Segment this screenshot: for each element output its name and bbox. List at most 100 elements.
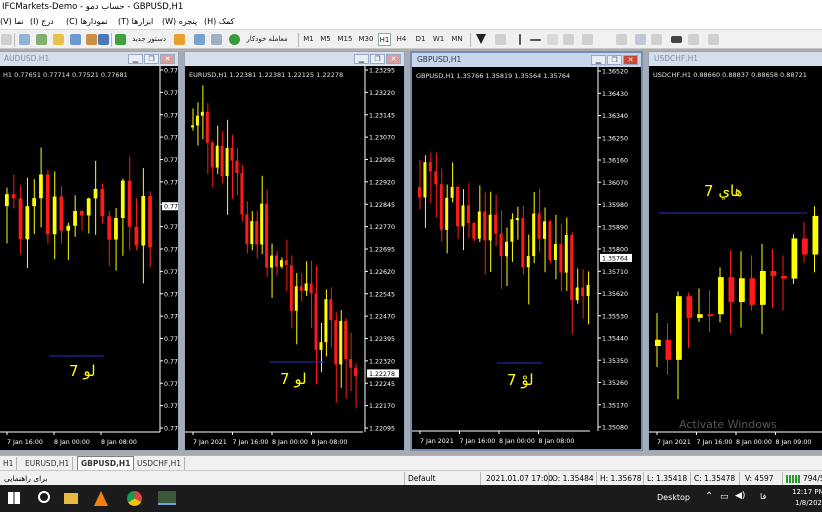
ellipse-icon[interactable]: [688, 34, 699, 45]
tab-audusd[interactable]: H1: [0, 457, 18, 470]
maximize-icon[interactable]: ❐: [144, 54, 159, 64]
timeframe-h4[interactable]: H4: [395, 33, 408, 46]
metatrader-icon[interactable]: [158, 491, 176, 505]
candle-body: [32, 198, 37, 207]
price-label: 1.22920: [369, 179, 395, 186]
chart-window-audusd[interactable]: AUDUSD,H1 ▁❐✕ 7 لو0.779550.779100.778650…: [0, 51, 179, 451]
minimize-icon[interactable]: ▁: [591, 55, 606, 65]
taskbar-clock[interactable]: 12:17 PM: [792, 488, 822, 496]
start-icon[interactable]: [8, 492, 20, 504]
tab-eurusd[interactable]: EURUSD,H1: [22, 457, 74, 470]
timeframe-mn[interactable]: MN: [450, 33, 464, 46]
vlc-icon[interactable]: [94, 491, 108, 506]
status-time: 2021.01.07 17:00: [486, 474, 553, 483]
fibonacci-icon[interactable]: [582, 34, 593, 45]
menu-view[interactable]: (V) نما: [0, 14, 24, 29]
close-icon[interactable]: ✕: [160, 54, 175, 64]
timeframe-d1[interactable]: D1: [414, 33, 427, 46]
chevron-up-icon[interactable]: ⌃: [705, 491, 713, 502]
maximize-icon[interactable]: ❐: [607, 55, 622, 65]
new-order-icon[interactable]: [115, 34, 126, 45]
menu-charts[interactable]: (C) نمودارها: [66, 14, 108, 29]
rectangle-icon[interactable]: [671, 36, 682, 43]
candlestick-chart[interactable]: 7 لو 0.77955 0.77910 0.77865 0.77820 0.77775 0…: [0, 66, 178, 452]
chrome-icon[interactable]: [127, 491, 142, 506]
chart-window-usdchf[interactable]: USDCHF,H1 هاي 77 Jan 2021 7 Jan 16:00 8 Ja…: [648, 51, 822, 451]
level-label: 7 لو: [280, 370, 307, 388]
chart-canvas[interactable]: هاي 7 7 Jan 2021 7 Jan 16:00 8 Jan 00:00 8 J…: [649, 66, 822, 450]
close-icon[interactable]: ✕: [386, 54, 401, 64]
menu-insert[interactable]: (I) درج: [30, 14, 54, 29]
candle-body: [586, 284, 590, 296]
level-label: هاي 7: [704, 182, 743, 201]
volume-icon[interactable]: ◀): [735, 491, 745, 501]
candlestick-chart[interactable]: هاي 7 7 Jan 2021 7 Jan 16:00 8 Jan 00:00 8 J…: [649, 66, 822, 452]
close-icon[interactable]: ✕: [623, 55, 638, 65]
candle-body: [245, 214, 249, 245]
minimize-icon[interactable]: ▁: [128, 54, 143, 64]
candlestick-chart[interactable]: 7 لو 1.23295 1.23220 1.23145 1.23070 1.22995 1…: [185, 66, 404, 452]
candle-body: [434, 171, 438, 185]
market-watch-icon[interactable]: [70, 34, 81, 45]
new-order-button[interactable]: دستور جدید: [127, 33, 171, 46]
text-icon[interactable]: [616, 34, 627, 45]
timeframe-h1[interactable]: H1: [378, 33, 391, 46]
auto-trading-button[interactable]: معامله خودکار: [241, 33, 293, 46]
zoom-in-icon[interactable]: [19, 34, 30, 45]
tab-usdchf[interactable]: USDCHF,H1: [134, 457, 186, 470]
strategy-tester-icon[interactable]: [194, 34, 205, 45]
tab-gbpusd[interactable]: GBPUSD,H1: [77, 456, 135, 471]
candle-body: [314, 293, 318, 350]
vertical-line-icon[interactable]: [519, 34, 521, 45]
menu-window[interactable]: (W) پنجره: [162, 14, 197, 29]
candle-body: [275, 255, 278, 267]
candle-body: [39, 174, 43, 199]
minimize-icon[interactable]: ▁: [354, 54, 369, 64]
terminal-icon[interactable]: [98, 34, 109, 45]
candle-body: [665, 339, 672, 360]
file-explorer-icon[interactable]: [64, 493, 78, 504]
candlestick-chart[interactable]: 7 لوْ 1.36520 1.36430 1.36340 1.36250 1.36160…: [412, 67, 641, 451]
candle-body: [494, 214, 498, 234]
shapes-icon[interactable]: [708, 34, 719, 45]
cursor-icon[interactable]: [476, 34, 486, 44]
chart-canvas[interactable]: 7 لو 0.77955 0.77910 0.77865 0.77820 0.77775 0…: [0, 66, 178, 450]
trendline-icon[interactable]: [547, 34, 558, 45]
timeframe-m15[interactable]: M15: [336, 33, 354, 46]
menu-help[interactable]: (H) کمک: [204, 14, 234, 29]
maximize-icon[interactable]: ❐: [370, 54, 385, 64]
signals-icon[interactable]: [211, 34, 222, 45]
menu-tools[interactable]: (T) ابزارها: [118, 14, 153, 29]
desktop-label[interactable]: Desktop: [657, 493, 690, 502]
candle-body: [52, 196, 57, 235]
price-label: 1.36250: [602, 135, 628, 142]
auto-trading-icon[interactable]: [229, 34, 240, 45]
chart-canvas[interactable]: 7 لو 1.23295 1.23220 1.23145 1.23070 1.22995 1…: [185, 66, 404, 450]
status-profile: Default: [408, 474, 436, 483]
window-controls: ▁ ❐ ✕: [590, 55, 638, 65]
crosshair-icon[interactable]: [495, 34, 506, 45]
chart-canvas[interactable]: 7 لوْ 1.36520 1.36430 1.36340 1.36250 1.36160…: [412, 67, 641, 449]
timeframe-m5[interactable]: M5: [319, 33, 332, 46]
timeframe-w1[interactable]: W1: [432, 33, 445, 46]
timeframe-m1[interactable]: M1: [302, 33, 315, 46]
search-icon[interactable]: [38, 491, 50, 503]
candle-body: [339, 320, 343, 365]
metaeditor-icon[interactable]: [174, 34, 185, 45]
profiles-icon[interactable]: [53, 34, 64, 45]
arrows-icon[interactable]: [651, 34, 662, 45]
channel-icon[interactable]: [563, 34, 574, 45]
chart-window-eurusd[interactable]: ▁ ❐ ✕ 7 لو 1.23295 1.23220 1.23145 1.23070 1.22…: [184, 51, 405, 451]
horizontal-line-icon[interactable]: [530, 39, 541, 41]
network-icon[interactable]: ▭: [720, 492, 729, 502]
navigator-icon[interactable]: [86, 34, 97, 45]
candle-body: [655, 339, 661, 346]
keyboard-language[interactable]: فا: [760, 492, 766, 501]
move-icon[interactable]: [36, 34, 47, 45]
taskbar-date[interactable]: 1/8/202: [795, 499, 822, 507]
candle-body: [749, 278, 756, 305]
chart-window-gbpusd[interactable]: GBPUSD,H1 ▁ ❐ ✕ 7 لوْ 1.36520 1.36430 1.36340…: [410, 51, 643, 451]
text-label-icon[interactable]: [635, 34, 646, 45]
timeframe-m30[interactable]: M30: [357, 33, 375, 46]
dropdown-arrow-icon[interactable]: [1, 34, 12, 45]
